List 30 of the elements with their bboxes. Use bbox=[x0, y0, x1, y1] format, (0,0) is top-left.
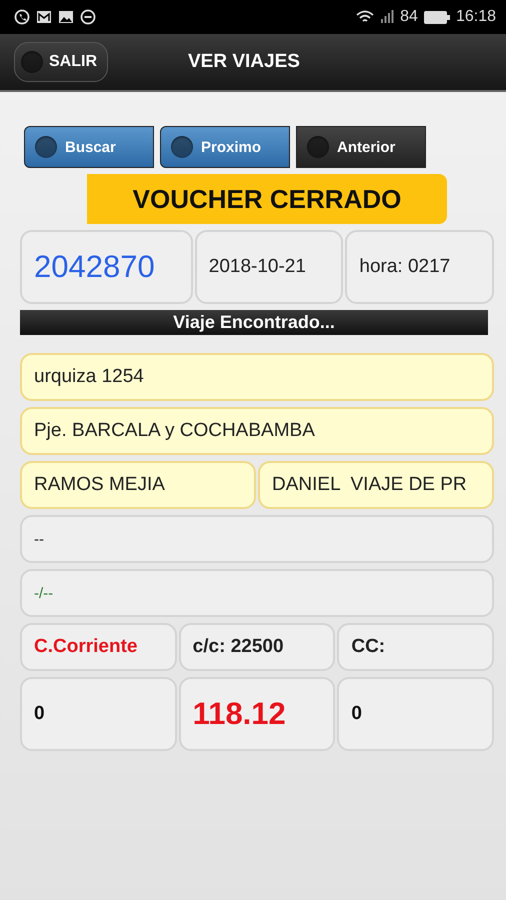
nav-button[interactable]: Anterior bbox=[296, 126, 426, 168]
exit-button[interactable]: SALIR bbox=[14, 42, 108, 82]
battery-icon bbox=[424, 10, 450, 24]
info-field: RAMOS MEJIA bbox=[20, 461, 256, 509]
info-field: 0 bbox=[20, 677, 177, 751]
info-field: Pje. BARCALA y COCHABAMBA bbox=[20, 407, 494, 455]
info-field: c/c: 22500 bbox=[178, 623, 336, 671]
screen-title: VER VIAJES bbox=[188, 51, 300, 73]
info-field: urquiza 1254 bbox=[20, 353, 494, 401]
info-field: CC: bbox=[337, 623, 494, 671]
info-field: DANIEL VIAJE DE PR bbox=[258, 461, 494, 509]
info-field: 2042870 bbox=[20, 230, 193, 304]
status-banner: VOUCHER CERRADO bbox=[87, 174, 447, 224]
mail-icon bbox=[36, 10, 52, 24]
info-field: 2018-10-21 bbox=[194, 230, 344, 304]
info-field: -/-- bbox=[20, 569, 494, 617]
image-icon bbox=[58, 10, 74, 24]
info-field: C.Corriente bbox=[20, 623, 177, 671]
phone-icon bbox=[14, 9, 30, 25]
result-banner: Viaje Encontrado... bbox=[20, 310, 488, 335]
info-field: 0 bbox=[337, 677, 494, 751]
nav-button[interactable]: Buscar bbox=[24, 126, 154, 168]
info-field: hora: 0217 bbox=[345, 230, 494, 304]
info-field: 118.12 bbox=[178, 677, 336, 751]
clock-time: 16:18 bbox=[456, 8, 496, 26]
info-field: -- bbox=[20, 515, 494, 563]
signal-icon bbox=[380, 10, 394, 24]
battery-level: 84 bbox=[400, 8, 418, 26]
nav-button[interactable]: Proximo bbox=[160, 126, 290, 168]
wifi-icon bbox=[356, 10, 374, 24]
